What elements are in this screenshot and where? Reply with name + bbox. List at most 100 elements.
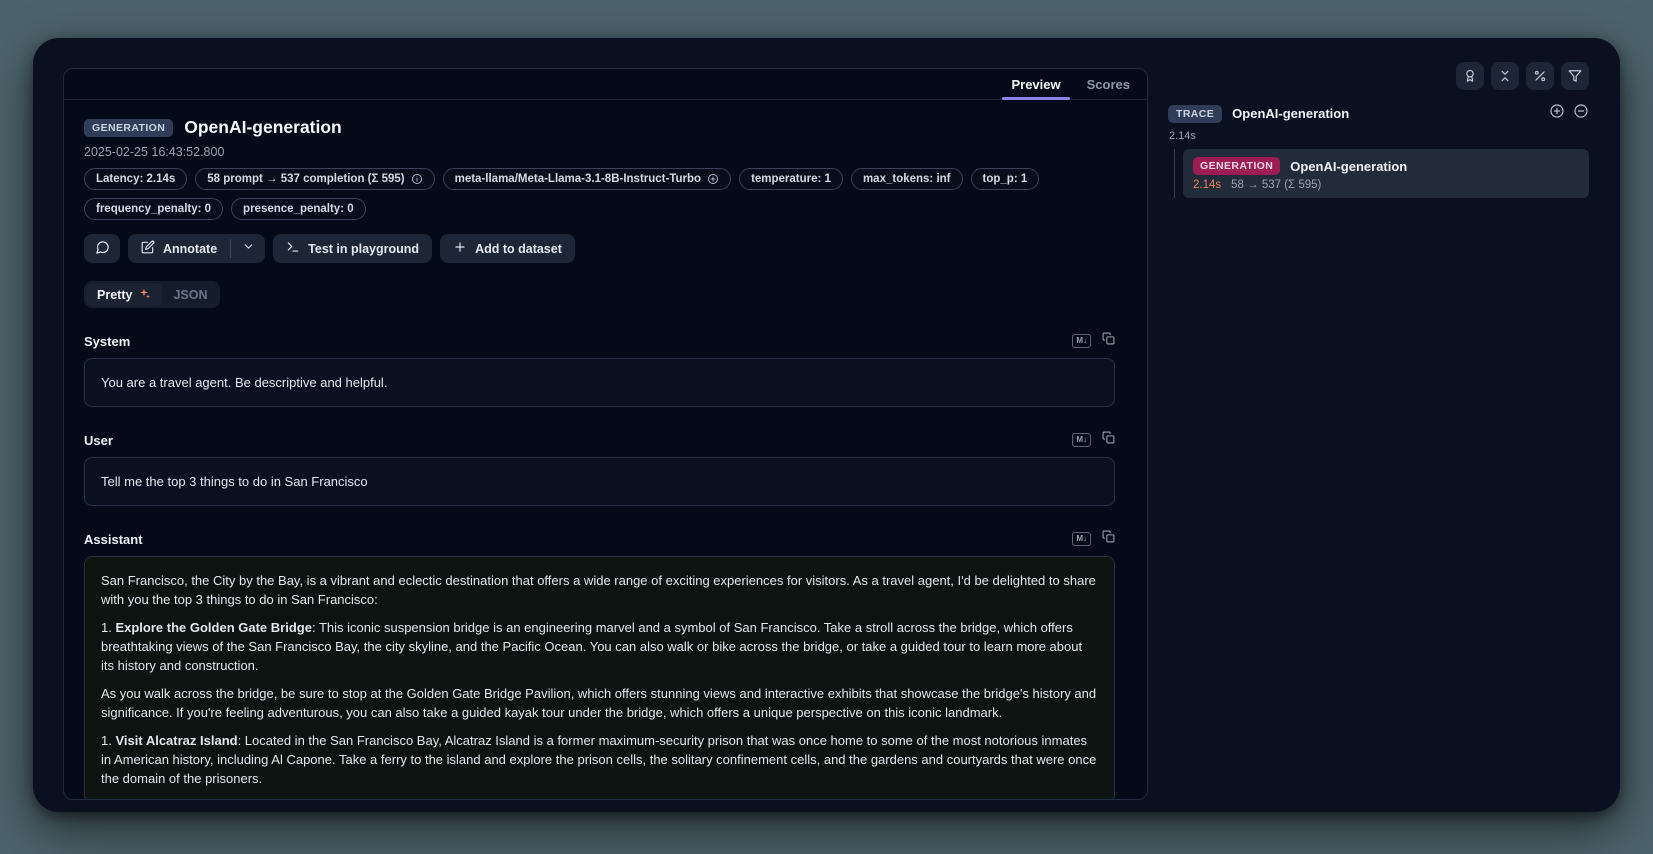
title-row: GENERATION OpenAI-generation [84,117,1115,138]
toggle-json[interactable]: JSON [162,283,218,306]
filter-icon [1568,69,1582,83]
copy-icon[interactable] [1102,431,1115,449]
generation-title: OpenAI-generation [1290,159,1407,174]
system-message-text: You are a travel agent. Be descriptive a… [101,375,387,390]
plus-icon [453,240,467,257]
copy-icon[interactable] [1102,530,1115,548]
pretty-label: Pretty [97,288,132,302]
generation-badge: GENERATION [1193,157,1280,175]
trace-type-badge: TRACE [1168,105,1222,123]
markdown-toggle-icon[interactable]: M↓ [1072,334,1091,348]
badge-label: Latency: 2.14s [96,173,175,185]
assistant-paragraph: San Francisco, the City by the Bay, is a… [101,571,1098,609]
assistant-message-box: San Francisco, the City by the Bay, is a… [84,556,1115,799]
assistant-paragraph: As you walk across the bridge, be sure t… [101,684,1098,722]
generation-token-usage: 58 → 537 (Σ 595) [1231,179,1321,191]
copy-icon[interactable] [1102,332,1115,350]
trace-title: OpenAI-generation [1232,106,1349,121]
system-message-box: You are a travel agent. Be descriptive a… [84,358,1115,407]
badge-label: max_tokens: inf [863,173,951,185]
annotate-split-button: Annotate [128,234,265,263]
metadata-badge[interactable]: temperature: 1 [739,168,843,190]
comment-icon [95,240,110,258]
test-in-playground-label: Test in playground [308,242,419,256]
markdown-toggle-icon[interactable]: M↓ [1072,532,1091,546]
assistant-paragraph: 1. Visit Alcatraz Island: Located in the… [101,731,1098,788]
annotate-button[interactable]: Annotate [128,234,230,263]
action-row: Annotate Test in playground Add to data [84,234,1115,263]
markdown-toggle-icon[interactable]: M↓ [1072,433,1091,447]
badge-label: 58 prompt → 537 completion (Σ 595) [207,173,404,185]
add-to-dataset-label: Add to dataset [475,242,562,256]
generation-tree-item-selected[interactable]: GENERATION OpenAI-generation 2.14s 58 → … [1183,149,1589,198]
annotate-dropdown-button[interactable] [231,234,265,263]
metadata-badge[interactable]: Latency: 2.14s [84,168,187,190]
trace-root-row[interactable]: TRACE OpenAI-generation [1168,103,1589,124]
assistant-label: Assistant [84,532,143,547]
fold-vertical-button[interactable] [1491,62,1519,90]
assistant-tools: M↓ [1072,530,1115,548]
metadata-badge[interactable]: top_p: 1 [971,168,1040,190]
trace-toolbar [1168,62,1589,90]
metadata-badge[interactable]: 58 prompt → 537 completion (Σ 595) [195,168,434,190]
preview-tabbar: Preview Scores [64,69,1147,100]
test-in-playground-button[interactable]: Test in playground [273,234,432,263]
badge-label: meta-llama/Meta-Llama-3.1-8B-Instruct-Tu… [455,173,701,185]
trace-duration: 2.14s [1169,130,1589,142]
timestamp: 2025-02-25 16:43:52.800 [84,145,1115,159]
trace-sidebar: TRACE OpenAI-generation 2.14s GENERATION… [1168,62,1589,198]
badge-label: presence_penalty: 0 [243,203,354,215]
annotate-label: Annotate [163,242,217,256]
fold-vertical-icon [1498,69,1512,83]
toggle-pretty[interactable]: Pretty [86,283,162,306]
award-icon [1463,69,1477,83]
system-tools: M↓ [1072,332,1115,350]
assistant-paragraph: 1. Explore the Golden Gate Bridge: This … [101,618,1098,675]
badge-label: temperature: 1 [751,173,831,185]
metadata-badge[interactable]: meta-llama/Meta-Llama-3.1-8B-Instruct-Tu… [443,168,731,190]
percent-icon [1533,69,1547,83]
metadata-badge[interactable]: max_tokens: inf [851,168,963,190]
assistant-heading-row: Assistant M↓ [84,530,1115,548]
info-icon [411,173,423,185]
sparkles-icon [138,287,151,303]
metadata-badge[interactable]: frequency_penalty: 0 [84,198,223,220]
filter-button[interactable] [1561,62,1589,90]
user-heading-row: User M↓ [84,431,1115,449]
expand-all-icon[interactable] [1549,103,1565,124]
tree-item-header: GENERATION OpenAI-generation [1193,157,1579,175]
tree-item-metrics: 2.14s 58 → 537 (Σ 595) [1193,179,1579,191]
system-label: System [84,334,130,349]
generation-type-badge: GENERATION [84,119,173,137]
tab-scores[interactable]: Scores [1074,69,1143,99]
generation-duration: 2.14s [1193,179,1221,191]
metadata-badges: Latency: 2.14s 58 prompt → 537 completion… [84,168,1084,220]
terminal-icon [286,240,300,257]
tree-indent-line [1174,149,1175,198]
user-message-text: Tell me the top 3 things to do in San Fr… [101,474,368,489]
view-toggle: Pretty JSON [84,281,220,308]
app-window: Preview Scores GENERATION OpenAI-generat… [33,38,1620,812]
comment-button[interactable] [84,234,120,263]
screen: Preview Scores GENERATION OpenAI-generat… [0,0,1653,854]
badge-label: top_p: 1 [983,173,1028,185]
user-message-box: Tell me the top 3 things to do in San Fr… [84,457,1115,506]
trace-tree: GENERATION OpenAI-generation 2.14s 58 → … [1168,149,1589,198]
tab-preview[interactable]: Preview [998,69,1073,99]
add-to-dataset-button[interactable]: Add to dataset [440,234,575,263]
user-label: User [84,433,113,448]
chevron-down-icon [242,240,255,258]
collapse-all-icon[interactable] [1573,103,1589,124]
plus-circle-icon [707,173,719,185]
observation-preview-panel: Preview Scores GENERATION OpenAI-generat… [63,68,1148,800]
edit-icon [141,240,155,257]
percent-button[interactable] [1526,62,1554,90]
page-title: OpenAI-generation [184,117,342,138]
system-heading-row: System M↓ [84,332,1115,350]
award-button[interactable] [1456,62,1484,90]
badge-label: frequency_penalty: 0 [96,203,211,215]
tree-controls [1549,103,1589,124]
panel-body: GENERATION OpenAI-generation 2025-02-25 … [64,100,1147,799]
metadata-badge[interactable]: presence_penalty: 0 [231,198,366,220]
user-tools: M↓ [1072,431,1115,449]
